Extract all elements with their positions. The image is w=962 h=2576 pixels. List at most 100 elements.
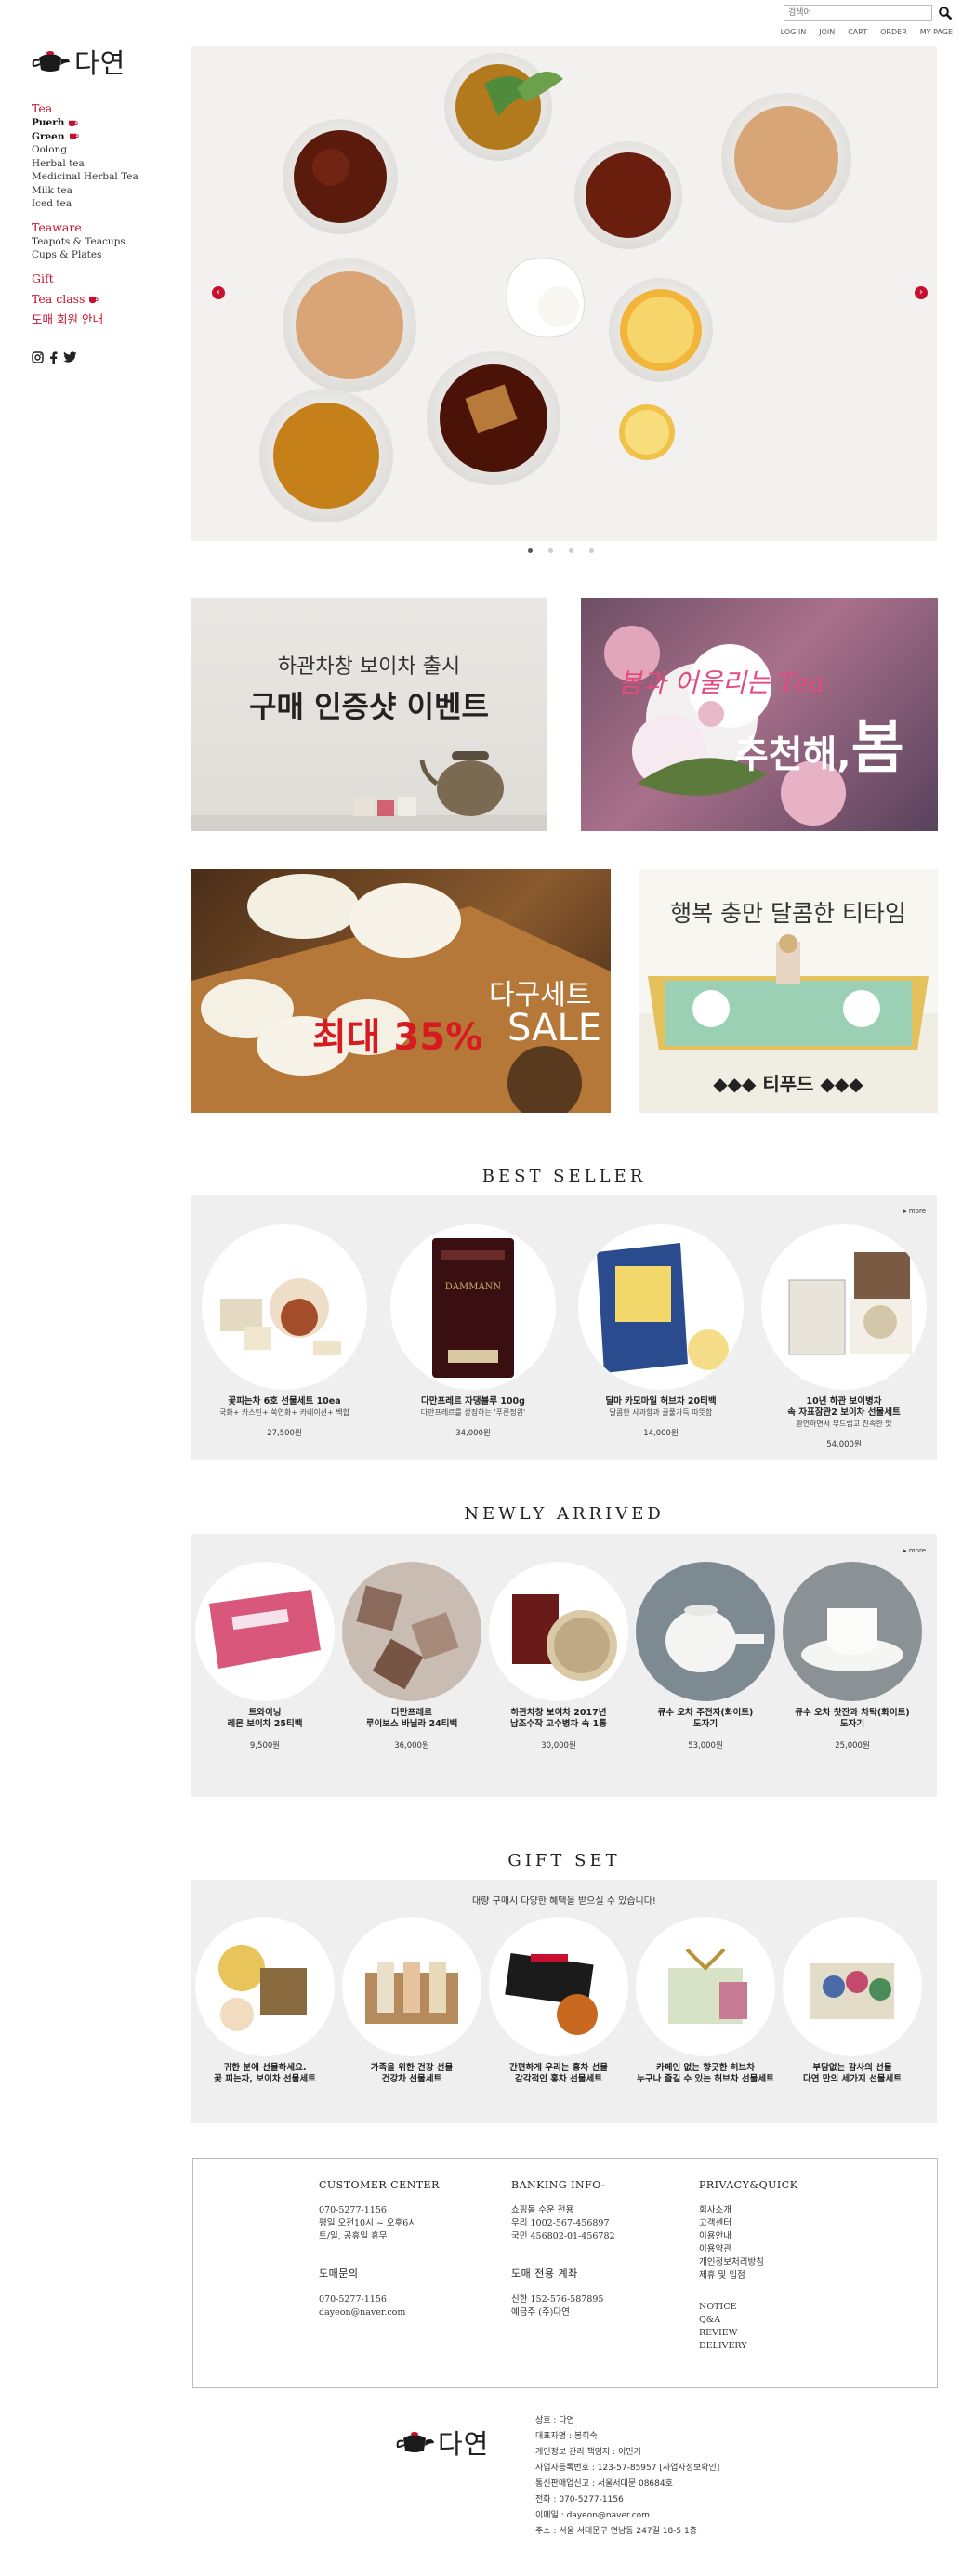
- gift-line2: 누구나 즐길 수 있는 허브차 선물세트: [637, 2074, 774, 2084]
- product-name: 카페인 없는 향긋한 허브차 누구나 즐길 수 있는 허브차 선물세트: [636, 2063, 775, 2085]
- product-name-line1: 큐수 오차 주전자(화이트): [657, 1708, 754, 1718]
- wholesale-phone: 070-5277-1156: [319, 2294, 387, 2305]
- banner-teaset-sale: SALE: [507, 1007, 602, 1050]
- product-name: 꽃피는차 6호 선물세트 10ea: [228, 1396, 341, 1407]
- bank-line: 예금주 (주)다연: [511, 2307, 570, 2318]
- new-product-card[interactable]: 큐수 오차 주전자(화이트) 도자기 53,000원: [636, 1562, 775, 1750]
- nav-tea-class[interactable]: Tea class: [32, 292, 190, 307]
- nav-tea[interactable]: Tea: [32, 101, 190, 116]
- footer-logo[interactable]: 다연: [396, 2423, 489, 2462]
- mypage-link[interactable]: MY PAGE: [920, 28, 953, 36]
- search-icon[interactable]: [938, 6, 953, 20]
- best-product-card[interactable]: 딜마 카모마일 허브차 20티백 달콤한 사과향과 꿀풀가득 따뜻함 14,00…: [573, 1224, 749, 1438]
- cup-icon: [89, 297, 99, 303]
- search-input[interactable]: [784, 5, 932, 21]
- slider-prev-arrow[interactable]: ‹: [212, 286, 225, 299]
- gift-line1: 귀한 분에 선물하세요.: [223, 2063, 307, 2073]
- product-name: 하관차창 보이차 2017년 남조수작 고수병차 속 1통: [489, 1708, 628, 1730]
- footer-info-box: CUSTOMER CENTER 070-5277-1156 평일 오전10시 ~…: [192, 2158, 938, 2388]
- company-line: 주소 : 서울 서대문구 연남동 247길 18-5 1층: [535, 2527, 698, 2536]
- nav-herbal-tea[interactable]: Herbal tea: [32, 157, 190, 171]
- link-privacy-policy[interactable]: 개인정보처리방침: [699, 2256, 797, 2269]
- nav-green[interactable]: Green: [32, 130, 190, 144]
- best-more-link[interactable]: ▸ more: [903, 1208, 926, 1215]
- facebook-icon[interactable]: [49, 350, 58, 364]
- nav-gift[interactable]: Gift: [32, 271, 190, 286]
- nav-cups-plates[interactable]: Cups & Plates: [32, 248, 190, 262]
- site-logo[interactable]: 다연: [32, 42, 190, 81]
- new-product-card[interactable]: 트와이닝 레몬 보이차 25티백 9,500원: [195, 1562, 335, 1750]
- link-qna[interactable]: Q&A: [699, 2314, 797, 2327]
- slider-dot[interactable]: [589, 548, 594, 553]
- slider-dot[interactable]: [569, 548, 573, 553]
- banner-tea-food[interactable]: 행복 충만 달콤한 티타임 ◆◆◆ 티푸드 ◆◆◆: [639, 869, 938, 1113]
- nav-puerh[interactable]: Puerh: [32, 116, 190, 130]
- wholesale-email: dayeon@naver.com: [319, 2307, 406, 2318]
- link-partnership[interactable]: 제휴 및 입점: [699, 2269, 797, 2282]
- link-delivery[interactable]: DELIVERY: [699, 2340, 797, 2353]
- new-product-card[interactable]: 다만프레르 루이보스 바닐라 24티백 36,000원: [342, 1562, 481, 1750]
- join-link[interactable]: JOIN: [819, 28, 835, 36]
- gift-product-card[interactable]: 카페인 없는 향긋한 허브차 누구나 즐길 수 있는 허브차 선물세트: [636, 1917, 775, 2085]
- slider-dot[interactable]: [528, 548, 533, 553]
- slider-dot[interactable]: [548, 548, 553, 553]
- nav-wholesale[interactable]: 도매 회원 안내: [32, 312, 190, 327]
- link-guide[interactable]: 이용안내: [699, 2230, 797, 2243]
- product-image: [636, 1562, 775, 1701]
- banner-teaset-sale[interactable]: 다구세트 최대 35% SALE: [191, 869, 611, 1113]
- best-product-card[interactable]: 10년 하관 보이병차 속 자표잠관2 보이차 선물세트 환언하면서 부드럽고 진…: [756, 1224, 932, 1449]
- product-image: [342, 1917, 481, 2056]
- puerh-gift-set-image: [788, 1252, 912, 1355]
- teapot-logo-icon: [32, 51, 70, 72]
- nav-iced-tea[interactable]: Iced tea: [32, 197, 190, 211]
- order-link[interactable]: ORDER: [880, 28, 907, 36]
- gift-set-title: GIFT SET: [507, 1851, 621, 1870]
- nav-oolong[interactable]: Oolong: [32, 143, 190, 157]
- product-image: [195, 1562, 335, 1701]
- link-customer-center[interactable]: 고객센터: [699, 2217, 797, 2230]
- best-product-card[interactable]: DAMMANN 다만프레르 자댕블루 100g 다만프레르를 상징하는 '푸른정…: [385, 1224, 561, 1438]
- nav-milk-tea[interactable]: Milk tea: [32, 184, 190, 198]
- product-name-line2: 레몬 보이차 25티백: [227, 1719, 303, 1729]
- link-notice[interactable]: NOTICE: [699, 2301, 797, 2314]
- link-company-intro[interactable]: 회사소개: [699, 2204, 797, 2217]
- gift-product-card[interactable]: 간편하게 우리는 홍차 선물 감각적인 홍차 선물세트: [489, 1917, 628, 2085]
- link-terms[interactable]: 이용약관: [699, 2243, 797, 2256]
- nav-medicinal-herbal-tea[interactable]: Medicinal Herbal Tea: [32, 170, 190, 184]
- banner-spring-tea[interactable]: 봄과 어울리는 Tea 추천해,봄: [581, 598, 938, 831]
- instagram-icon[interactable]: [32, 351, 44, 363]
- banner-photo-event[interactable]: 하관차창 보이차 출시 구매 인증샷 이벤트: [191, 598, 547, 831]
- bank-line: 쇼핑몰 수운 전용: [511, 2205, 574, 2215]
- flower-tea-set-image: [220, 1278, 341, 1355]
- product-name: 다만프레르 자댕블루 100g: [421, 1396, 525, 1407]
- link-review[interactable]: REVIEW: [699, 2327, 797, 2340]
- company-line: 이메일 : dayeon@naver.com: [535, 2511, 650, 2520]
- gift-product-card[interactable]: 가족을 위한 건강 선물 건강차 선물세트: [342, 1917, 481, 2085]
- newly-arrived-title: NEWLY ARRIVED: [464, 1504, 665, 1524]
- product-image: [761, 1224, 927, 1390]
- twitter-icon[interactable]: [63, 351, 77, 363]
- nav-teaware[interactable]: Teaware: [32, 220, 190, 235]
- new-product-card[interactable]: 큐수 오차 찻잔과 차탁(화이트) 도자기 25,000원: [783, 1562, 922, 1750]
- best-seller-section: ▸ more 꽃피는차 6호 선물세트 10ea 국화+ 카스틴+ 쑥연화+ 카…: [191, 1195, 937, 1460]
- hero-slider[interactable]: ‹ ›: [191, 46, 937, 541]
- banner-spring-big: 봄: [850, 713, 904, 781]
- slider-next-arrow[interactable]: ›: [915, 286, 928, 299]
- best-product-card[interactable]: 꽃피는차 6호 선물세트 10ea 국화+ 카스틴+ 쑥연화+ 카네이션+ 백합…: [196, 1224, 373, 1438]
- product-name-line2: 속 자표잠관2 보이차 선물세트: [787, 1407, 901, 1418]
- white-teapot-image: [665, 1605, 764, 1672]
- bank-line: 국민 456802-01-456782: [511, 2231, 615, 2241]
- product-image: [202, 1224, 367, 1390]
- gift-product-card[interactable]: 부담없는 감사의 선물 다연 만의 세가지 선물세트: [783, 1917, 922, 2085]
- cart-link[interactable]: CART: [848, 28, 867, 36]
- nav-teapots-teacups[interactable]: Teapots & Teacups: [32, 235, 190, 249]
- product-price: 53,000원: [688, 1741, 723, 1750]
- newly-more-link[interactable]: ▸ more: [903, 1547, 926, 1554]
- product-image: [342, 1562, 481, 1701]
- banking-column: BANKING INFO- 쇼핑몰 수운 전용 우리 1002-567-4568…: [511, 2179, 615, 2319]
- product-price: 14,000원: [643, 1429, 679, 1438]
- login-link[interactable]: LOG IN: [781, 28, 807, 36]
- gift-product-card[interactable]: 귀한 분에 선물하세요. 꽃 피는차, 보이차 선물세트: [195, 1917, 335, 2085]
- new-product-card[interactable]: 하관차창 보이차 2017년 남조수작 고수병차 속 1통 30,000원: [489, 1562, 628, 1750]
- product-name-line1: 큐수 오차 찻잔과 차탁(화이트): [795, 1708, 910, 1718]
